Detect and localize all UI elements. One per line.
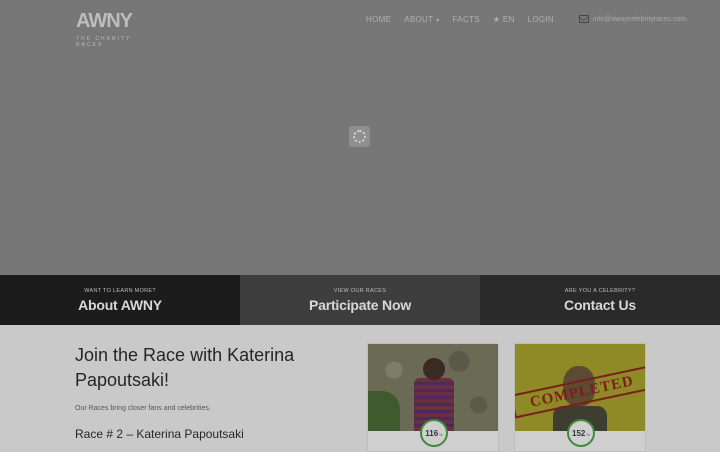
nav-facts[interactable]: FACTS xyxy=(453,15,480,24)
loading-spinner xyxy=(349,126,370,147)
tile-contact[interactable]: ARE YOU A CELEBRITY? Contact Us xyxy=(480,275,720,325)
tile-kicker: VIEW OUR RACES xyxy=(333,287,387,294)
tile-title: Participate Now xyxy=(308,296,412,313)
race-card[interactable]: 116 % xyxy=(367,343,499,452)
race-card[interactable]: COMPLETED 152 % xyxy=(514,343,646,452)
race-heading: Race # 2 – Katerina Papoutsaki xyxy=(75,427,244,441)
nav-about[interactable]: ABOUT ▾ xyxy=(404,15,439,24)
progress-unit: % xyxy=(439,431,443,437)
envelope-icon xyxy=(578,15,589,23)
progress-badge: 116 % xyxy=(420,419,448,447)
progress-unit: % xyxy=(586,431,590,437)
tile-title: About AWNY xyxy=(78,296,162,313)
progress-badge: 152 % xyxy=(567,419,595,447)
page-title: Join the Race with Katerina Papoutsaki! xyxy=(75,345,295,390)
photo-plant xyxy=(368,391,400,431)
photo-person-head xyxy=(423,358,445,380)
main-content: Join the Race with Katerina Papoutsaki! … xyxy=(0,325,720,452)
celebrity-photo: COMPLETED xyxy=(515,344,645,431)
email-address: info@awnycelebrityraces.com xyxy=(592,15,687,23)
nav-home[interactable]: HOME xyxy=(366,15,391,24)
nav-login[interactable]: LOGIN xyxy=(528,15,554,24)
logo-wordmark: AWNY xyxy=(76,10,133,32)
cta-band: WANT TO LEARN MORE? About AWNY VIEW OUR … xyxy=(0,275,720,325)
site-logo[interactable]: AWNY THE CHARITY RACES xyxy=(76,10,140,48)
tile-title: Contact Us xyxy=(564,296,636,313)
nav-about-label: ABOUT xyxy=(404,14,434,24)
nav-email-link[interactable]: info@awnycelebrityraces.com xyxy=(578,15,687,23)
nav-language[interactable]: ★ EN xyxy=(493,15,515,24)
chevron-down-icon: ▾ xyxy=(436,17,440,24)
tile-kicker: ARE YOU A CELEBRITY? xyxy=(564,287,636,294)
site-header: AWNY THE CHARITY RACES HOME ABOUT ▾ FACTS… xyxy=(0,0,720,48)
spinner-icon xyxy=(353,130,366,143)
logo-tagline: THE CHARITY RACES xyxy=(76,36,132,48)
main-nav: HOME ABOUT ▾ FACTS ★ EN LOGIN info@awnyce… xyxy=(366,12,686,26)
celebrity-photo xyxy=(368,344,498,431)
progress-value: 152 xyxy=(572,428,586,438)
page-description: Our Races bring closer fans and celebrit… xyxy=(75,405,211,412)
progress-value: 116 xyxy=(425,428,439,438)
tile-kicker: WANT TO LEARN MORE? xyxy=(84,287,156,294)
tile-participate[interactable]: VIEW OUR RACES Participate Now xyxy=(240,275,480,325)
tile-about[interactable]: WANT TO LEARN MORE? About AWNY xyxy=(0,275,240,325)
